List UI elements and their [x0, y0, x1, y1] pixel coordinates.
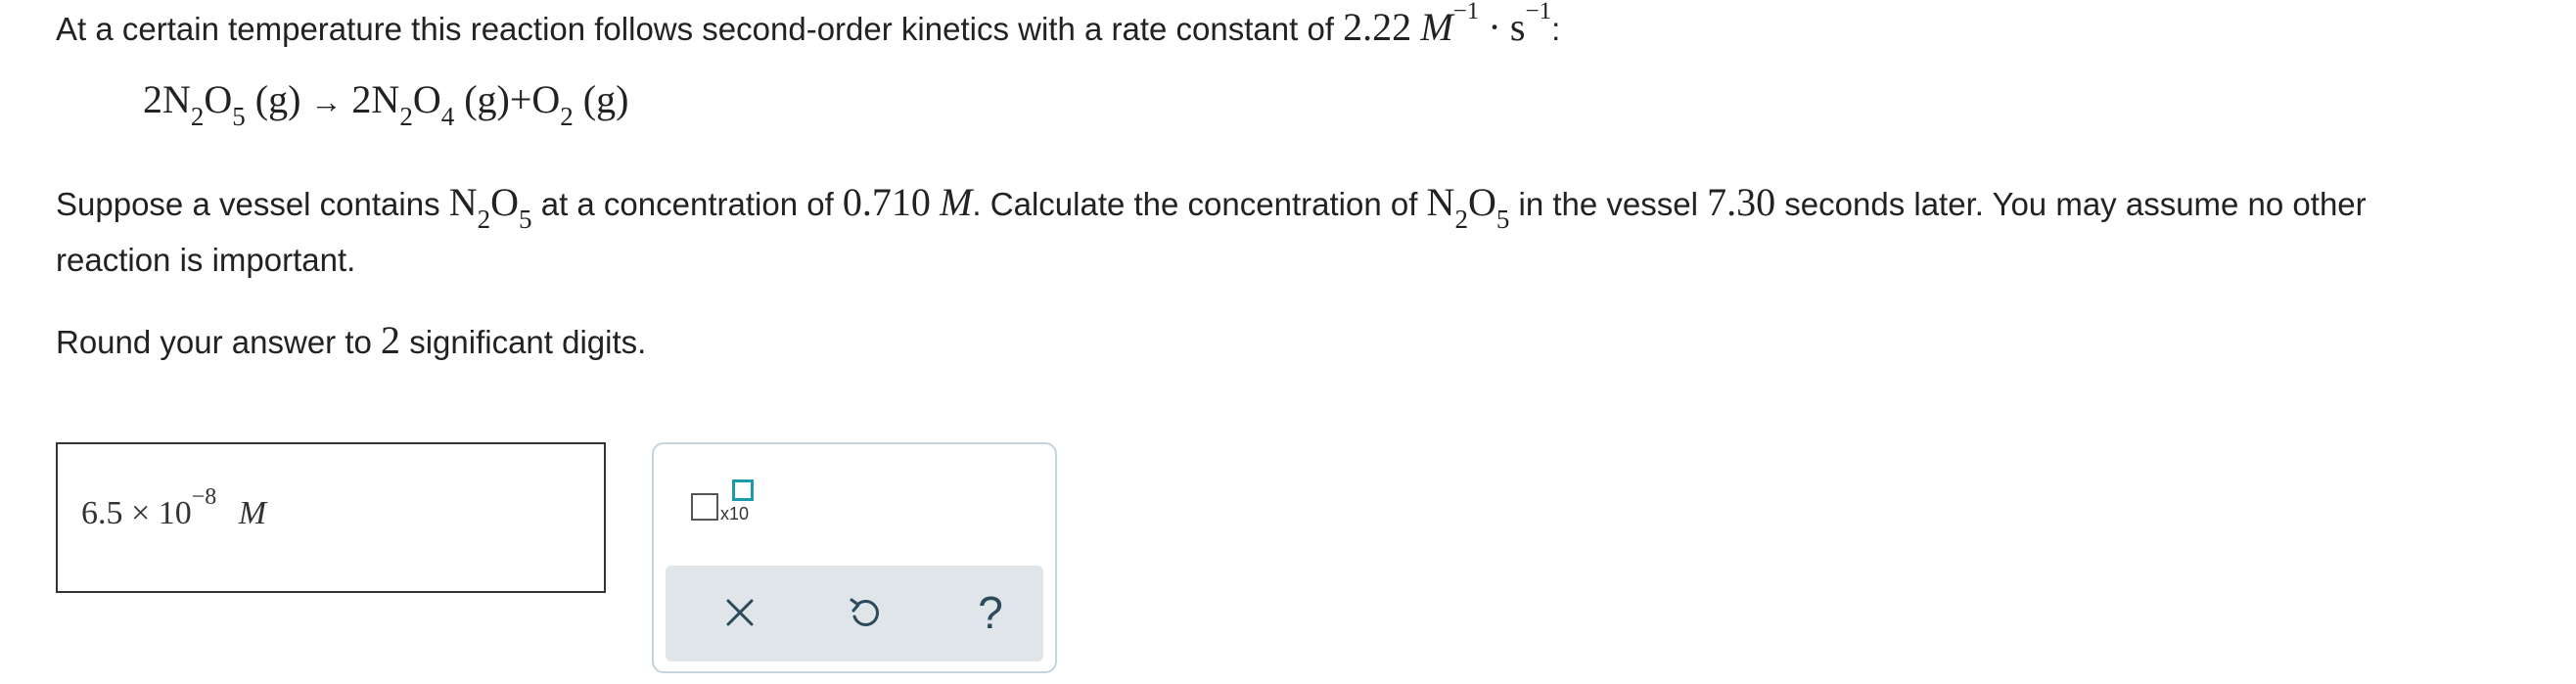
unit-exponent-2: −1 [1525, 0, 1552, 24]
p2-text-b: at a concentration of [540, 186, 834, 222]
help-button[interactable]: ? [959, 581, 1022, 644]
math-tool-panel: x10 ? [652, 442, 1057, 673]
unit-dot: · [1488, 5, 1501, 49]
rate-constant-value: 2.22 [1343, 5, 1412, 49]
answer-times: × [131, 495, 151, 531]
eq-product1-n: 2N [351, 77, 400, 121]
eq-product1-o: O [412, 77, 441, 121]
eq-state-2: (g) [464, 77, 510, 121]
species-n2o5-2: N2O5 [1426, 180, 1510, 234]
eq-sub-3: 2 [399, 102, 413, 131]
question-paragraph-3: Round your answer to 2 significant digit… [56, 317, 646, 363]
eq-sub-5: 2 [560, 102, 574, 131]
mantissa-box-icon [691, 493, 718, 521]
conc-unit: M [940, 180, 973, 224]
answer-unit: M [238, 495, 267, 531]
answer-base: 10 [158, 495, 192, 531]
clear-button[interactable] [709, 581, 771, 644]
eq-product2-o: O [531, 77, 561, 121]
p2-text-d: in the vessel [1518, 186, 1698, 222]
p2-text-e: seconds later. You may assume no other [1784, 186, 2367, 222]
reaction-equation: 2N2O5 (g) → 2N2O4 (g)+O2 (g) [143, 76, 629, 131]
eq-state-1: (g) [254, 77, 301, 121]
eq-state-3: (g) [582, 77, 629, 121]
eq-arrow: → [310, 84, 343, 119]
unit-molarity: M [1420, 5, 1453, 49]
elapsed-time: 7.30 [1707, 180, 1776, 224]
x10-label: x10 [720, 504, 750, 524]
unit-exponent-1: −1 [1452, 0, 1480, 24]
eq-reactant-o: O [204, 77, 233, 121]
answer-input[interactable]: 6.5 × 10−8 M [56, 442, 606, 593]
question-paragraph-2-line-2: reaction is important. [56, 242, 356, 278]
p3-text-a: Round your answer to [56, 324, 372, 360]
colon: : [1551, 11, 1561, 47]
question-intro-line: At a certain temperature this reaction f… [56, 0, 1561, 50]
eq-reactant-n: 2N [143, 77, 191, 121]
question-mark-icon: ? [978, 587, 1003, 638]
undo-icon [850, 598, 879, 626]
unit-seconds: s [1509, 5, 1526, 49]
scientific-notation-button[interactable]: x10 [689, 479, 758, 532]
species-n2o5-1: N2O5 [448, 180, 532, 234]
close-icon [726, 599, 754, 626]
answer-exponent: −8 [191, 484, 217, 510]
p2-text-a: Suppose a vessel contains [56, 186, 440, 222]
sig-figs-count: 2 [381, 318, 401, 362]
exponent-box-icon [732, 479, 754, 501]
p3-text-b: significant digits. [409, 324, 647, 360]
eq-plus: + [509, 77, 532, 121]
eq-sub-4: 4 [440, 102, 455, 131]
question-intro: At a certain temperature this reaction f… [56, 11, 1334, 47]
action-bar: ? [666, 566, 1043, 661]
answer-value: 6.5 × 10−8 M [81, 484, 267, 532]
question-paragraph-2: Suppose a vessel contains N2O5 at a conc… [56, 179, 2367, 234]
eq-sub-2: 5 [232, 102, 246, 131]
eq-sub-1: 2 [190, 102, 205, 131]
initial-concentration: 0.710 [842, 180, 931, 224]
undo-button[interactable] [834, 581, 897, 644]
answer-mantissa: 6.5 [81, 495, 123, 531]
p2-text-c: . Calculate the concentration of [972, 186, 1418, 222]
